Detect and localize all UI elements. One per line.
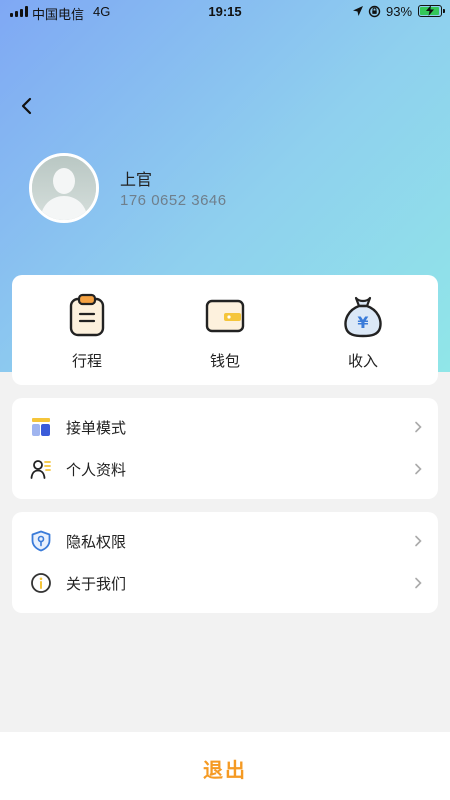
svg-text:¥: ¥	[357, 313, 368, 332]
status-time: 19:15	[208, 4, 242, 19]
chevron-right-icon	[415, 463, 422, 475]
profile-icon	[30, 460, 51, 479]
quick-action-wallet[interactable]: 钱包	[154, 275, 296, 385]
quick-action-label: 收入	[347, 353, 378, 370]
chevron-right-icon	[415, 535, 422, 547]
clipboard-icon	[69, 293, 105, 337]
menu-item-label: 接单模式	[66, 420, 127, 437]
wallet-icon	[205, 299, 245, 333]
logout-bar: 退出	[0, 732, 450, 800]
user-phone: 176 0652 3646	[120, 192, 227, 209]
info-icon	[31, 573, 51, 593]
chevron-right-icon	[415, 421, 422, 433]
menu-group-about: 隐私权限 关于我们	[12, 512, 438, 613]
user-name: 上官	[120, 172, 153, 189]
quick-action-label: 钱包	[209, 353, 240, 370]
battery-icon	[418, 5, 445, 17]
rotation-lock-icon	[368, 5, 381, 18]
menu-item-label: 个人资料	[66, 462, 127, 479]
avatar-placeholder-icon	[32, 156, 96, 220]
battery-percent: 93%	[386, 4, 413, 19]
shield-icon	[31, 530, 51, 552]
menu-item-profile[interactable]: 个人资料	[12, 448, 438, 490]
menu-group-work: 接单模式 个人资料	[12, 398, 438, 499]
chevron-right-icon	[415, 577, 422, 589]
status-bar: 中国电信 4G 19:15 93%	[0, 0, 450, 24]
menu-item-about[interactable]: 关于我们	[12, 562, 438, 604]
quick-action-trips[interactable]: 行程	[16, 275, 158, 385]
back-icon[interactable]	[14, 93, 40, 119]
logout-button[interactable]: 退出	[0, 754, 450, 783]
quick-action-income[interactable]: ¥ 收入	[292, 275, 434, 385]
menu-item-label: 关于我们	[66, 576, 127, 593]
avatar[interactable]	[29, 153, 99, 223]
menu-item-label: 隐私权限	[66, 534, 127, 551]
quick-actions-card: 行程 钱包 ¥ 收入	[12, 275, 438, 385]
menu-item-order-mode[interactable]: 接单模式	[12, 406, 438, 448]
quick-action-label: 行程	[71, 353, 102, 370]
menu-item-privacy[interactable]: 隐私权限	[12, 520, 438, 562]
location-arrow-icon	[353, 6, 363, 16]
order-mode-icon	[32, 418, 50, 436]
money-bag-icon: ¥	[344, 296, 382, 338]
